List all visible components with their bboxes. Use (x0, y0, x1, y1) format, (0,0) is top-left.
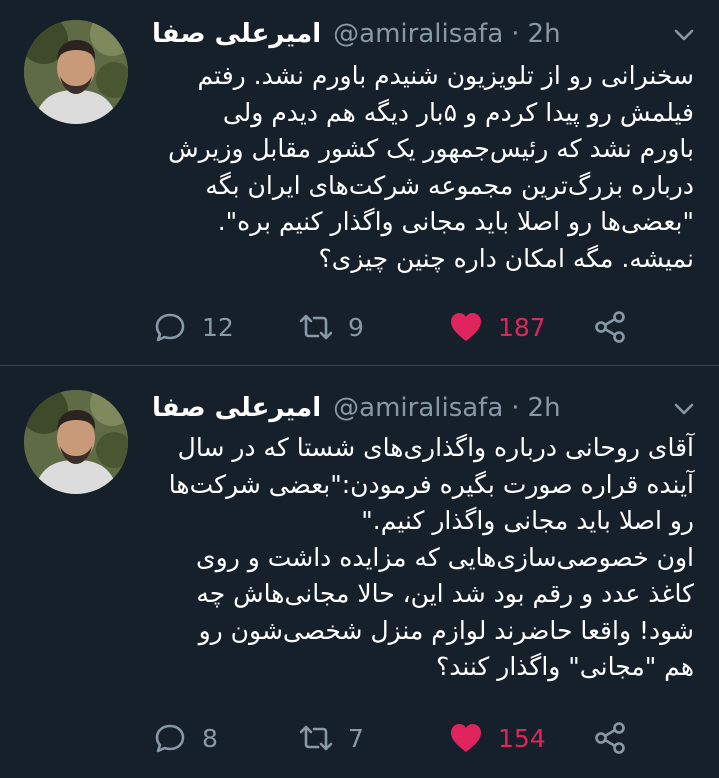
reply-icon (152, 309, 188, 345)
tweet-text-line: آقای روحانی درباره واگذاری‌های شستا که د… (177, 433, 694, 462)
retweet-icon (298, 309, 334, 345)
heart-icon (448, 309, 484, 345)
user-handle[interactable]: @amiralisafa (333, 19, 503, 49)
retweet-button[interactable]: 9 (298, 307, 364, 347)
like-button[interactable]: 154 (448, 718, 546, 758)
reply-button[interactable]: 12 (152, 307, 234, 347)
tweet-text-line: درباره بزرگ‌ترین مجموعه شرکت‌های ایران ب… (205, 170, 694, 200)
display-name[interactable]: امیرعلی صفا (152, 19, 321, 49)
tweet-text: سخنرانی رو از تلویزیون شنیدم باورم نشد. … (152, 58, 694, 277)
tweet-text-line: شود! واقعا حاضرند لوازم منزل شخصی‌شون رو (198, 615, 694, 645)
share-icon (592, 309, 628, 345)
tweet-text-line: فیلمش رو پیدا کردم و ۵بار دیگه هم دیدم و… (222, 97, 694, 127)
tweet-text-line: رو اصلا باید مجانی واگذار کنیم." (361, 506, 694, 535)
tweet-text-line: نمیشه. مگه امکان داره چنین چیزی؟ (318, 243, 694, 273)
chevron-down-icon[interactable] (671, 22, 697, 48)
avatar[interactable] (24, 20, 128, 124)
tweet-time[interactable]: 2h (528, 393, 561, 423)
tweet[interactable]: امیرعلی صفا @amiralisafa · 2h آقای روحان… (0, 366, 719, 778)
retweet-button[interactable]: 7 (298, 718, 364, 758)
heart-icon (448, 720, 484, 756)
separator-dot: · (511, 393, 520, 423)
tweet-text-line: اون خصوصی‌سازی‌هایی که مزایده داشت و روی (196, 542, 694, 572)
avatar[interactable] (24, 390, 128, 494)
tweet-text-line: باورم نشد که رئیس‌جمهور یک کشور مقابل وز… (168, 134, 694, 163)
reply-count: 8 (202, 723, 218, 753)
chevron-down-icon[interactable] (671, 396, 697, 422)
reply-button[interactable]: 8 (152, 718, 218, 758)
display-name[interactable]: امیرعلی صفا (152, 393, 321, 423)
like-count: 187 (498, 312, 546, 342)
tweet-text-line: کاغذ عدد و رقم بود شد این، حالا مجانی‌ها… (196, 579, 694, 608)
tweet-actions: 12 9 187 (152, 307, 652, 347)
separator-dot: · (511, 19, 520, 49)
tweet-text-line: هم "مجانی" واگذار کنند؟ (435, 652, 694, 681)
tweet-header: امیرعلی صفا @amiralisafa · 2h (152, 388, 692, 428)
retweet-count: 7 (348, 723, 364, 753)
tweet[interactable]: امیرعلی صفا @amiralisafa · 2h سخنرانی رو… (0, 0, 719, 366)
reply-count: 12 (202, 312, 234, 342)
share-button[interactable] (592, 718, 642, 758)
reply-icon (152, 720, 188, 756)
retweet-icon (298, 720, 334, 756)
share-icon (592, 720, 628, 756)
retweet-count: 9 (348, 312, 364, 342)
user-handle[interactable]: @amiralisafa (333, 393, 503, 423)
share-button[interactable] (592, 307, 642, 347)
like-count: 154 (498, 723, 546, 753)
tweet-actions: 8 7 154 (152, 718, 652, 758)
tweet-time[interactable]: 2h (528, 19, 561, 49)
like-button[interactable]: 187 (448, 307, 546, 347)
tweet-text: آقای روحانی درباره واگذاری‌های شستا که د… (152, 430, 694, 686)
tweet-text-line: سخنرانی رو از تلویزیون شنیدم باورم نشد. … (197, 61, 694, 90)
tweet-text-line: آینده قراره صورت بگیره فرمودن:"بعضی شرکت… (168, 469, 694, 499)
tweet-header: امیرعلی صفا @amiralisafa · 2h (152, 14, 692, 54)
tweet-text-line: "بعضی‌ها رو اصلا باید مجانی واگذار کنیم … (217, 207, 694, 236)
